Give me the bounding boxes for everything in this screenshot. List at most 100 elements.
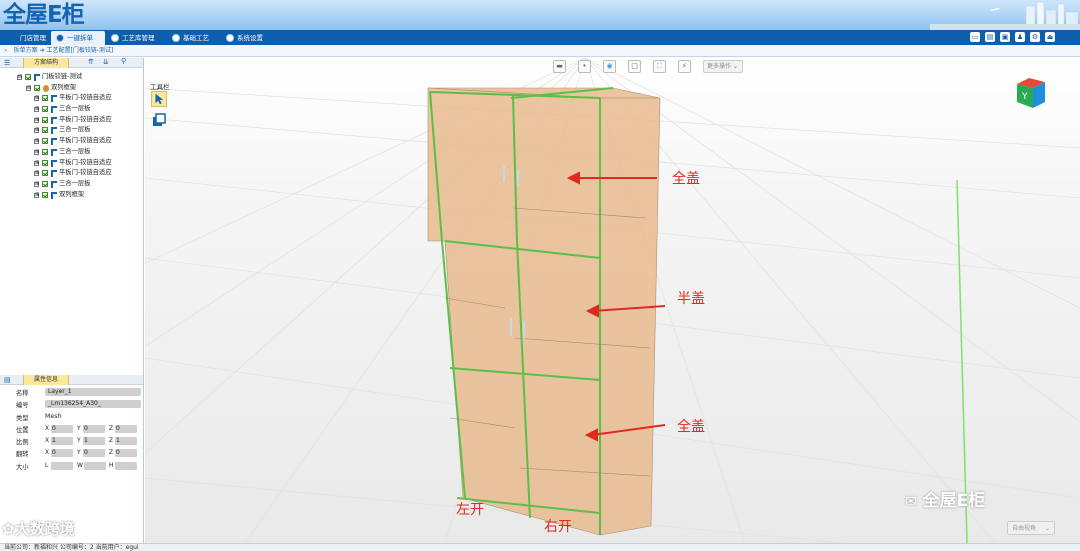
expand-toggle-icon[interactable]: ⊞ xyxy=(34,96,39,102)
watermark-brand-text: 全屋E柜 xyxy=(922,491,986,511)
expand-toggle-icon[interactable]: ⊞ xyxy=(34,139,39,145)
checkbox[interactable] xyxy=(42,106,48,113)
prop-rotation-row: 翻转 X0 Y0 Z0 xyxy=(0,447,143,459)
rot-x-field[interactable]: 0 xyxy=(51,449,73,458)
prop-label: 编号 xyxy=(16,402,29,410)
expand-toggle-icon[interactable]: ⊞ xyxy=(34,107,39,113)
watermark-source-text: 大数跨境 xyxy=(14,520,75,538)
expand-toggle-icon[interactable]: ⊞ xyxy=(34,171,39,177)
menu-icon[interactable]: ☰ xyxy=(4,59,10,67)
pos-x-field[interactable]: 0 xyxy=(51,424,73,433)
checkbox[interactable] xyxy=(42,127,48,134)
tab-store-management[interactable]: 门店管理 xyxy=(4,31,50,45)
settings-circle-icon xyxy=(226,34,234,42)
tree-node[interactable]: ⊞ 平板门-铰链自适应 xyxy=(0,93,143,104)
prop-label: 位置 xyxy=(16,426,29,434)
tree-panel-header: ☰ 方案结构 ⇈ ⇊ ⚲ xyxy=(0,57,143,68)
tab-system-settings[interactable]: 系统设置 xyxy=(221,31,271,45)
tab-basic-process[interactable]: 基础工艺 xyxy=(167,31,217,45)
tree-node[interactable]: ⊞ 三合一层板 xyxy=(0,147,143,158)
rot-y-field[interactable]: 0 xyxy=(83,449,105,458)
tree-node[interactable]: ⊟ 门板铰链-测试 xyxy=(0,72,143,83)
scale-y-field[interactable]: 1 xyxy=(83,437,105,446)
watermark-brand: ✉ 全屋E柜 xyxy=(905,486,986,511)
expand-toggle-icon[interactable]: ⊞ xyxy=(34,181,39,187)
tree-node[interactable]: ⊞ 三合一层板 xyxy=(0,125,143,136)
expand-toggle-icon[interactable]: ⊞ xyxy=(34,149,39,155)
prop-label: 类型 xyxy=(16,414,29,422)
view-mode-select[interactable]: 自由视角 ⌄ xyxy=(1007,521,1055,535)
rot-z-field[interactable]: 0 xyxy=(115,449,137,458)
checkbox[interactable] xyxy=(42,191,48,198)
expand-toggle-icon[interactable]: ⊞ xyxy=(34,128,39,134)
watermark-source: ✿大数跨境 xyxy=(2,518,75,540)
search-icon[interactable]: ⚲ xyxy=(121,57,126,65)
size-w-field[interactable] xyxy=(84,461,106,470)
tree-node[interactable]: ⊞ 平板门-铰链自适应 xyxy=(0,136,143,147)
expand-toggle-icon[interactable]: ⊞ xyxy=(34,117,39,123)
save-icon[interactable]: ▤ xyxy=(985,32,995,42)
annotation-arrows xyxy=(566,171,666,442)
annotation-right-open: 右开 xyxy=(544,519,572,535)
3d-viewport[interactable]: ▬ • ◉ □ ⛶ ⚡ 更多操作 ⌄ 工具栏 Y 全盖 半盖 全盖 左开 右开 … xyxy=(145,58,1080,543)
axis-x-label: X xyxy=(45,437,50,445)
code-field[interactable]: _Lm136254_A30_ xyxy=(45,400,141,409)
collapse-icon[interactable]: » xyxy=(4,47,8,54)
door-icon xyxy=(51,148,57,156)
tab-label: 门店管理 xyxy=(20,34,46,42)
expand-toggle-icon[interactable]: ⊟ xyxy=(26,85,31,91)
pos-z-field[interactable]: 0 xyxy=(115,424,137,433)
collapse-all-icon[interactable]: ⇊ xyxy=(103,58,109,66)
pos-y-field[interactable]: 0 xyxy=(83,424,105,433)
scale-z-field[interactable]: 1 xyxy=(115,437,137,446)
user-icon[interactable]: ♟ xyxy=(1015,32,1025,42)
expand-all-icon[interactable]: ⇈ xyxy=(88,58,94,66)
checkbox[interactable] xyxy=(34,84,40,91)
tree-node[interactable]: ⊞ 三合一层板 xyxy=(0,104,143,115)
axis-z-label: Z xyxy=(109,437,114,445)
door-icon xyxy=(51,127,57,135)
checkbox[interactable] xyxy=(42,159,48,166)
tree-node[interactable]: ⊞ 平板门-铰链自适应 xyxy=(0,115,143,126)
gear-icon[interactable]: ⚙ xyxy=(1030,32,1040,42)
checkbox[interactable] xyxy=(42,95,48,102)
tree-node-label: 双列框架 xyxy=(59,190,85,198)
breadcrumb-text[interactable]: 拆单方案 ➔ 工艺配置[门板铰链-测试] xyxy=(14,47,114,54)
window-icon[interactable]: ▭ xyxy=(970,32,980,42)
scale-x-field[interactable]: 1 xyxy=(51,437,73,446)
axis-w-label: W xyxy=(77,461,83,469)
expand-toggle-icon[interactable]: ⊟ xyxy=(17,75,22,80)
view-mode-label: 自由视角 xyxy=(1012,525,1037,532)
tree-node[interactable]: ⊞ 三合一层板 xyxy=(0,179,143,190)
checkbox[interactable] xyxy=(42,180,48,187)
exit-icon[interactable]: ⏏ xyxy=(1045,32,1055,42)
door-icon xyxy=(51,159,57,167)
tree-node[interactable]: ⊟ 双列框架 xyxy=(0,83,143,94)
tab-process-library[interactable]: 工艺库管理 xyxy=(106,31,164,45)
size-h-field[interactable] xyxy=(115,461,137,470)
door-icon xyxy=(51,170,57,178)
name-field[interactable]: Layer_1 xyxy=(45,388,141,396)
properties-form: 名称 Layer_1 编号 _Lm136254_A30_ 类型 Mesh 位置 X0 … xyxy=(0,386,143,472)
tab-label: 一键拆单 xyxy=(67,34,93,42)
header-banner: 全屋E柜 xyxy=(0,0,1080,30)
tree-node[interactable]: ⊞ 平板门-铰链自适应 xyxy=(0,168,143,179)
tree-node[interactable]: ⊞ 平板门-铰链自适应 xyxy=(0,158,143,169)
checkbox[interactable] xyxy=(42,148,48,155)
app-window: 全屋E柜 门店管理 一键拆单 工艺库管理 基础工艺 系统设置 ▭ ▤ ▣ ♟ ⚙… xyxy=(0,0,1080,551)
size-l-field[interactable] xyxy=(51,461,73,470)
door-icon xyxy=(51,106,57,114)
tree-node[interactable]: ⊞ 双列框架 xyxy=(0,190,143,201)
checkbox[interactable] xyxy=(42,116,48,123)
expand-toggle-icon[interactable]: ⊞ xyxy=(34,192,39,198)
checkbox[interactable] xyxy=(42,170,48,177)
tree-node-label: 平板门-铰链自适应 xyxy=(59,94,112,102)
expand-toggle-icon[interactable]: ⊞ xyxy=(34,160,39,166)
prop-label: 名称 xyxy=(16,390,29,397)
checkbox[interactable] xyxy=(25,74,31,80)
checkbox[interactable] xyxy=(42,138,48,145)
print-icon[interactable]: ▣ xyxy=(1000,32,1010,42)
tab-one-click-split[interactable]: 一键拆单 xyxy=(51,31,105,45)
check-circle-icon xyxy=(111,34,119,42)
prop-position-row: 位置 X0 Y0 Z0 xyxy=(0,423,143,435)
